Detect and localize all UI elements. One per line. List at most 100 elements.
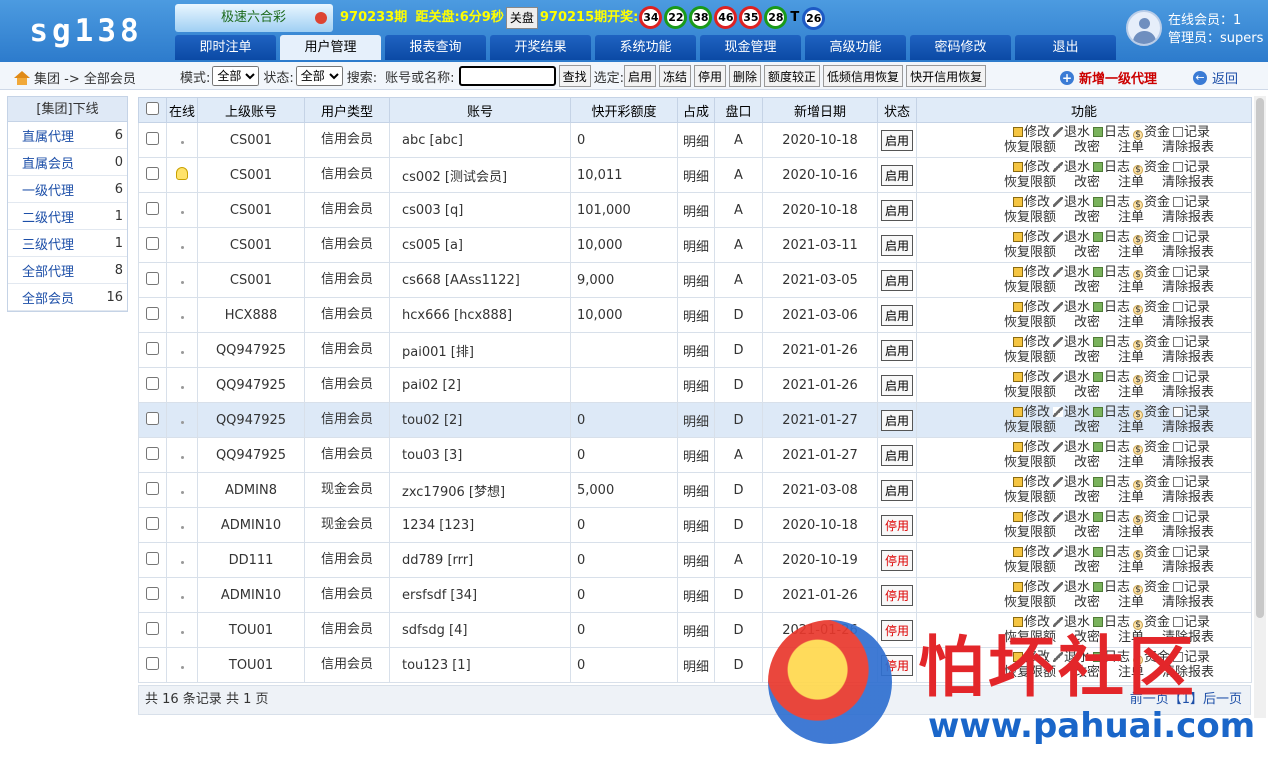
- function-link[interactable]: 日志: [1092, 580, 1130, 595]
- function-link[interactable]: 日志: [1092, 510, 1130, 525]
- status-button[interactable]: 启用: [880, 479, 913, 501]
- search-input[interactable]: [458, 66, 556, 86]
- bulk-action-button[interactable]: 启用: [623, 65, 656, 87]
- function-link[interactable]: 记录: [1173, 335, 1210, 350]
- row-checkbox[interactable]: [146, 236, 159, 250]
- function-link[interactable]: 恢复限额: [1004, 245, 1056, 260]
- function-link[interactable]: $ 资金: [1133, 160, 1170, 175]
- nav-tab[interactable]: 即时注单: [175, 35, 276, 60]
- parent-account[interactable]: CS001: [197, 192, 305, 228]
- function-link[interactable]: 退水: [1052, 370, 1090, 385]
- function-link[interactable]: 恢复限额: [1004, 315, 1056, 330]
- function-link[interactable]: 恢复限额: [1004, 420, 1056, 435]
- function-link[interactable]: 记录: [1173, 475, 1210, 490]
- share-detail-link[interactable]: 明细: [677, 332, 715, 368]
- status-button[interactable]: 启用: [880, 164, 913, 186]
- account-link[interactable]: 1234 [123]: [389, 507, 571, 543]
- function-link[interactable]: 记录: [1173, 230, 1210, 245]
- row-checkbox[interactable]: [146, 131, 159, 145]
- parent-account[interactable]: TOU01: [197, 647, 305, 683]
- parent-account[interactable]: CS001: [197, 262, 305, 298]
- function-link[interactable]: 记录: [1173, 440, 1210, 455]
- function-link[interactable]: 日志: [1092, 405, 1130, 420]
- function-link[interactable]: 注单: [1118, 560, 1144, 575]
- parent-account[interactable]: ADMIN10: [197, 507, 305, 543]
- function-link[interactable]: 清除报表: [1162, 245, 1214, 260]
- account-link[interactable]: hcx666 [hcx888]: [389, 297, 571, 333]
- search-button[interactable]: 查找: [558, 65, 591, 87]
- account-link[interactable]: tou03 [3]: [389, 437, 571, 473]
- function-link[interactable]: 记录: [1173, 405, 1210, 420]
- parent-account[interactable]: QQ947925: [197, 402, 305, 438]
- function-link[interactable]: 恢复限额: [1004, 175, 1056, 190]
- function-link[interactable]: 日志: [1092, 230, 1130, 245]
- function-link[interactable]: 记录: [1173, 125, 1210, 140]
- parent-account[interactable]: CS001: [197, 227, 305, 263]
- share-detail-link[interactable]: 明细: [677, 612, 715, 648]
- function-link[interactable]: 退水: [1052, 300, 1090, 315]
- row-checkbox[interactable]: [146, 551, 159, 565]
- function-link[interactable]: 修改: [1012, 580, 1050, 595]
- account-link[interactable]: tou123 [1]: [389, 647, 571, 683]
- parent-account[interactable]: QQ947925: [197, 367, 305, 403]
- function-link[interactable]: 注单: [1118, 490, 1144, 505]
- function-link[interactable]: $ 资金: [1133, 475, 1170, 490]
- row-checkbox[interactable]: [146, 586, 159, 600]
- function-link[interactable]: 退水: [1052, 265, 1090, 280]
- function-link[interactable]: 清除报表: [1162, 175, 1214, 190]
- function-link[interactable]: 日志: [1092, 475, 1130, 490]
- function-link[interactable]: $ 资金: [1133, 265, 1170, 280]
- row-checkbox[interactable]: [146, 341, 159, 355]
- function-link[interactable]: 日志: [1092, 545, 1130, 560]
- row-checkbox[interactable]: [146, 446, 159, 460]
- function-link[interactable]: 退水: [1052, 230, 1090, 245]
- nav-tab[interactable]: 报表查询: [385, 35, 486, 60]
- parent-account[interactable]: QQ947925: [197, 332, 305, 368]
- row-checkbox[interactable]: [146, 201, 159, 215]
- function-link[interactable]: 恢复限额: [1004, 595, 1056, 610]
- sidebar-item[interactable]: 全部代理 8: [8, 257, 127, 284]
- function-link[interactable]: 修改: [1012, 160, 1050, 175]
- status-select[interactable]: 全部: [295, 66, 343, 86]
- share-detail-link[interactable]: 明细: [677, 402, 715, 438]
- function-link[interactable]: 清除报表: [1162, 210, 1214, 225]
- share-detail-link[interactable]: 明细: [677, 472, 715, 508]
- function-link[interactable]: 改密: [1074, 525, 1100, 540]
- function-link[interactable]: 清除报表: [1162, 595, 1214, 610]
- function-link[interactable]: 修改: [1012, 370, 1050, 385]
- function-link[interactable]: 恢复限额: [1004, 560, 1056, 575]
- function-link[interactable]: 恢复限额: [1004, 455, 1056, 470]
- function-link[interactable]: 日志: [1092, 195, 1130, 210]
- function-link[interactable]: 注单: [1118, 595, 1144, 610]
- function-link[interactable]: $ 资金: [1133, 440, 1170, 455]
- account-link[interactable]: dd789 [rrr]: [389, 542, 571, 578]
- function-link[interactable]: 恢复限额: [1004, 525, 1056, 540]
- function-link[interactable]: 清除报表: [1162, 525, 1214, 540]
- function-link[interactable]: 日志: [1092, 160, 1130, 175]
- function-link[interactable]: 注单: [1118, 315, 1144, 330]
- function-link[interactable]: 清除报表: [1162, 350, 1214, 365]
- function-link[interactable]: 退水: [1052, 405, 1090, 420]
- bulk-action-button[interactable]: 快开信用恢复: [906, 65, 987, 87]
- function-link[interactable]: 清除报表: [1162, 315, 1214, 330]
- lottery-tab[interactable]: 极速六合彩: [175, 4, 333, 32]
- function-link[interactable]: 注单: [1118, 280, 1144, 295]
- function-link[interactable]: 注单: [1118, 385, 1144, 400]
- select-all-checkbox[interactable]: [146, 101, 159, 115]
- function-link[interactable]: 日志: [1092, 335, 1130, 350]
- share-detail-link[interactable]: 明细: [677, 122, 715, 158]
- row-checkbox[interactable]: [146, 656, 159, 670]
- nav-tab[interactable]: 高级功能: [805, 35, 906, 60]
- nav-tab[interactable]: 开奖结果: [490, 35, 591, 60]
- share-detail-link[interactable]: 明细: [677, 542, 715, 578]
- share-detail-link[interactable]: 明细: [677, 577, 715, 613]
- function-link[interactable]: 改密: [1074, 455, 1100, 470]
- function-link[interactable]: 改密: [1074, 490, 1100, 505]
- function-link[interactable]: 退水: [1052, 335, 1090, 350]
- function-link[interactable]: 恢复限额: [1004, 280, 1056, 295]
- status-button[interactable]: 启用: [880, 304, 913, 326]
- bulk-action-button[interactable]: 删除: [729, 65, 762, 87]
- share-detail-link[interactable]: 明细: [677, 157, 715, 193]
- function-link[interactable]: 清除报表: [1162, 385, 1214, 400]
- function-link[interactable]: $ 资金: [1133, 195, 1170, 210]
